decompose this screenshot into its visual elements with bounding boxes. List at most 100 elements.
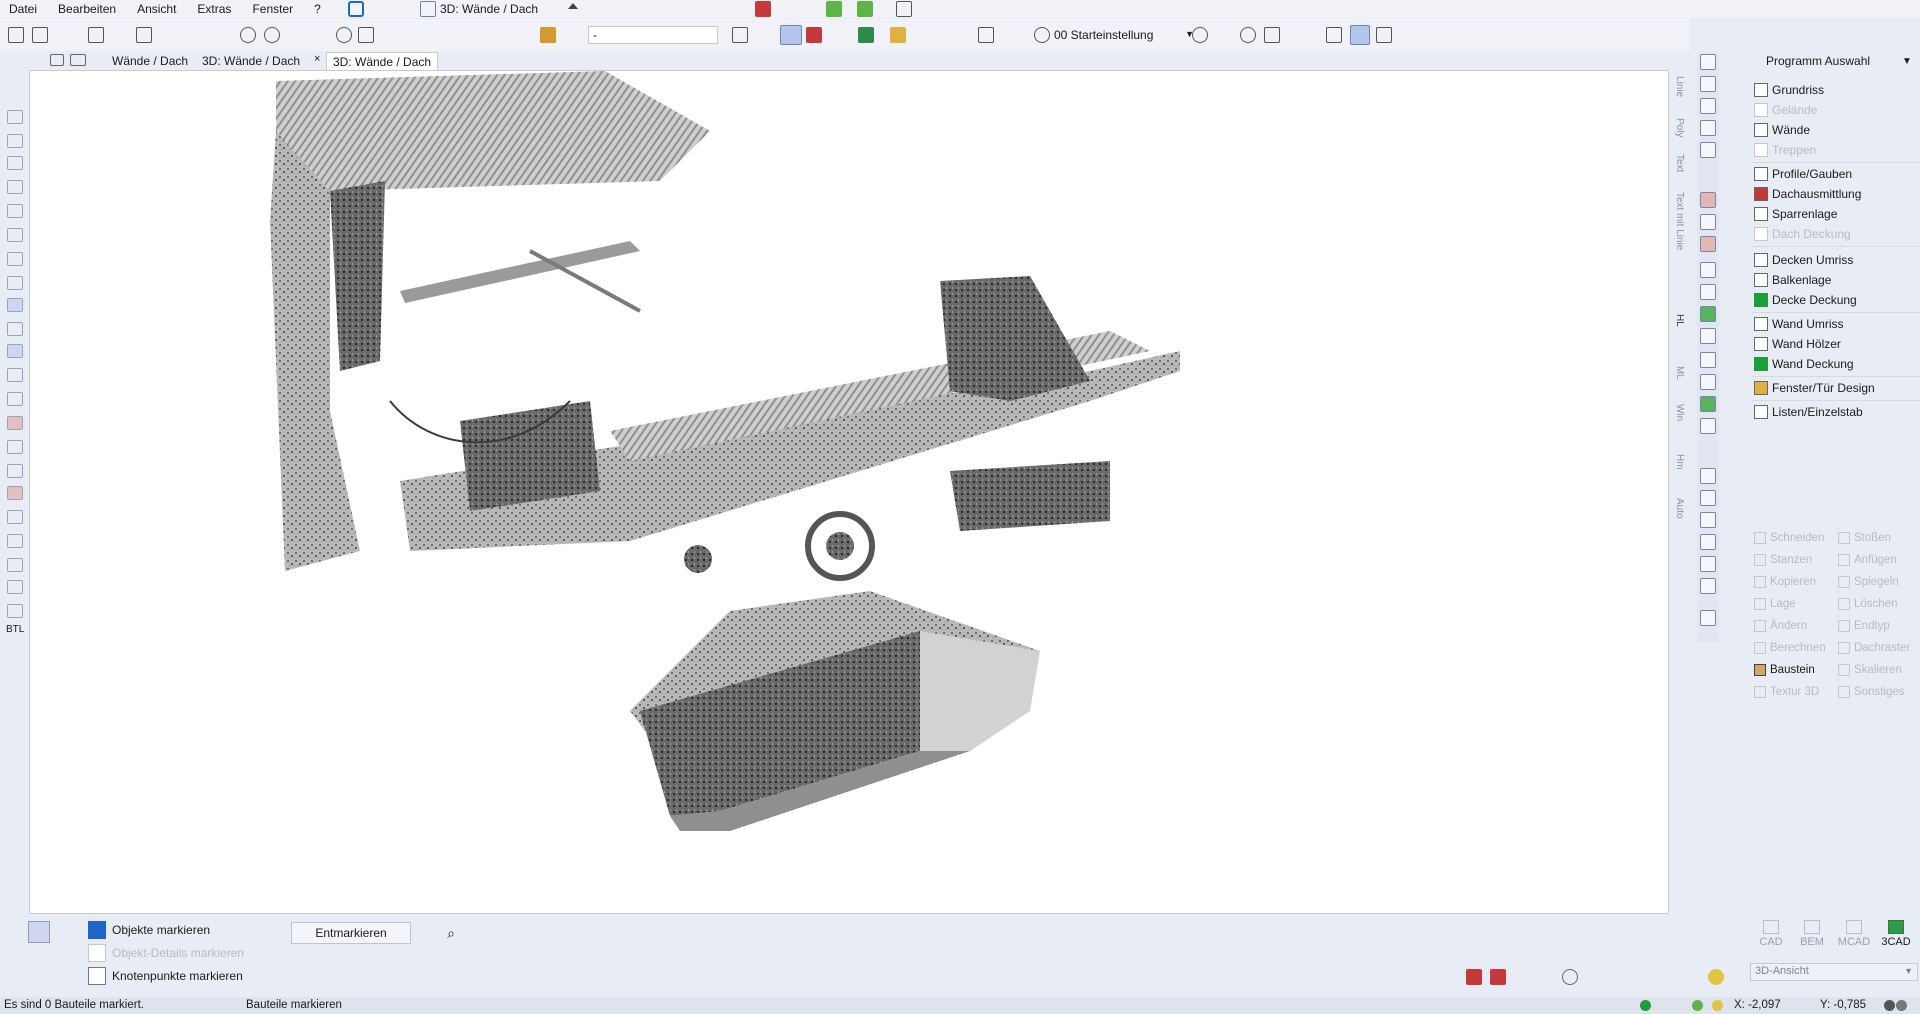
program-grundriss[interactable]: Grundriss: [1754, 80, 1920, 100]
tool-berechnen[interactable]: Berechnen: [1754, 638, 1826, 658]
settings-icon[interactable]: [1240, 27, 1256, 43]
mode-3cad[interactable]: 3CAD: [1876, 920, 1916, 948]
vlabel-linie[interactable]: Linie: [1674, 76, 1685, 97]
chevron-down-icon[interactable]: ▼: [1902, 56, 1912, 67]
draw-tool-icon[interactable]: [7, 110, 23, 124]
rotate-tool-icon[interactable]: [7, 180, 23, 194]
green-list-2-icon[interactable]: [1700, 396, 1716, 412]
mark-objects-option[interactable]: Objekte markieren: [88, 919, 210, 941]
yellow-eye-icon[interactable]: [1708, 969, 1724, 985]
layers-icon[interactable]: [732, 27, 748, 43]
zoom-in-icon[interactable]: [264, 27, 280, 43]
tool-baustein[interactable]: Baustein: [1754, 660, 1815, 680]
program-sparrenlage[interactable]: Sparrenlage: [1754, 204, 1920, 224]
mode-cad[interactable]: CAD: [1751, 920, 1791, 948]
vlabel-ml[interactable]: ML: [1674, 366, 1685, 380]
status-eye-icon[interactable]: [1712, 1000, 1723, 1011]
red-layer-icon[interactable]: [1700, 192, 1716, 208]
tool-spiegeln[interactable]: Spiegeln: [1838, 572, 1899, 592]
save-view-icon[interactable]: [978, 27, 994, 43]
grid-tool-icon[interactable]: [7, 558, 23, 572]
tool-sonstiges[interactable]: Sonstiges: [1838, 682, 1905, 702]
vlabel-hm[interactable]: Hm: [1674, 454, 1685, 470]
small-tool-2-icon[interactable]: [1700, 534, 1716, 550]
list-4-icon[interactable]: [1700, 418, 1716, 434]
tool-anfuegen[interactable]: Anfügen: [1838, 550, 1897, 570]
tile-icon[interactable]: [70, 54, 86, 66]
mark-nodes-option[interactable]: Knotenpunkte markieren: [88, 965, 243, 987]
binoculars-icon[interactable]: [1326, 27, 1342, 43]
status-red-2-icon[interactable]: [1490, 969, 1506, 985]
visibility-icon[interactable]: [1192, 27, 1208, 43]
menu-bearbeiten[interactable]: Bearbeiten: [49, 2, 128, 16]
edit-tool-icon[interactable]: [7, 368, 23, 382]
tool-endtyp[interactable]: Endtyp: [1838, 616, 1890, 636]
rect-tool-icon[interactable]: [7, 134, 23, 148]
small-tool-5-icon[interactable]: [1700, 610, 1716, 626]
point-tool-icon[interactable]: [7, 344, 23, 358]
program-decke-deckung[interactable]: Decke Deckung: [1754, 290, 1920, 310]
view-setting-select[interactable]: 00 Starteinstellung ▼: [1052, 26, 1194, 44]
green-tool-icon[interactable]: [826, 1, 842, 17]
zoom-out-icon[interactable]: [240, 27, 256, 43]
program-waende[interactable]: Wände: [1754, 120, 1920, 140]
vlabel-hl[interactable]: HL: [1674, 314, 1685, 327]
undo-icon[interactable]: [88, 27, 104, 43]
view-select[interactable]: 3D-Ansicht ▼: [1750, 963, 1918, 981]
program-balkenlage[interactable]: Balkenlage: [1754, 270, 1920, 290]
vlabel-text-mit-linie[interactable]: Text mit Linie: [1674, 192, 1685, 250]
eye-setting-icon[interactable]: [1034, 27, 1050, 43]
program-wand-deckung[interactable]: Wand Deckung: [1754, 354, 1920, 374]
program-treppen[interactable]: Treppen: [1754, 140, 1920, 160]
tools-icon[interactable]: [1700, 468, 1716, 484]
copy-tool-icon[interactable]: [7, 440, 23, 454]
program-dach-deckung[interactable]: Dach Deckung: [1754, 224, 1920, 244]
highlight-icon[interactable]: [890, 27, 906, 43]
3d-viewport[interactable]: [29, 70, 1669, 914]
vlabel-auto[interactable]: Auto: [1674, 498, 1685, 519]
sync-icon[interactable]: [348, 1, 364, 17]
program-listen[interactable]: Listen/Einzelstab: [1754, 402, 1920, 422]
vlabel-poly[interactable]: Poly: [1674, 118, 1685, 137]
tab-3d-waende-dach[interactable]: 3D: Wände / Dach: [196, 52, 306, 70]
tool-aendern[interactable]: Ändern: [1754, 616, 1807, 636]
eye-status-icon[interactable]: [1562, 969, 1578, 985]
program-decken-umriss[interactable]: Decken Umriss: [1754, 250, 1920, 270]
close-tab-icon[interactable]: ×: [314, 53, 320, 65]
menu-help[interactable]: ?: [305, 2, 333, 16]
pointer-icon[interactable]: [1700, 54, 1716, 70]
menu-ansicht[interactable]: Ansicht: [128, 2, 188, 16]
section-tool-icon[interactable]: [7, 392, 23, 406]
menu-datei[interactable]: Datei: [0, 2, 49, 16]
list-2-icon[interactable]: [1700, 352, 1716, 368]
list-3-icon[interactable]: [1700, 374, 1716, 390]
array-tool-icon[interactable]: [7, 510, 23, 524]
angle-tool-icon[interactable]: [7, 228, 23, 242]
vlabel-win[interactable]: Win: [1674, 404, 1685, 421]
tab-waende-dach[interactable]: Wände / Dach: [106, 52, 194, 70]
plan-icon[interactable]: [1700, 76, 1716, 92]
tab-3d-waende-dach-active[interactable]: 3D: Wände / Dach: [326, 52, 439, 70]
view-icon[interactable]: [1700, 98, 1716, 114]
group-tool-icon[interactable]: [7, 464, 23, 478]
grid-icon[interactable]: [1376, 27, 1392, 43]
green-tool-2-icon[interactable]: [857, 1, 873, 17]
print-icon[interactable]: [136, 27, 152, 43]
delete-tool-icon[interactable]: [7, 486, 23, 500]
move-tool-icon[interactable]: [7, 156, 23, 170]
menu-fenster[interactable]: Fenster: [243, 2, 305, 16]
active-tool-icon[interactable]: [780, 25, 802, 45]
unmark-button[interactable]: Entmarkieren: [291, 922, 411, 944]
tool-dachraster[interactable]: Dachraster: [1838, 638, 1910, 658]
list-icon[interactable]: [1700, 328, 1716, 344]
table-icon[interactable]: [1700, 284, 1716, 300]
tool-schneiden[interactable]: Schneiden: [1754, 528, 1824, 548]
program-wand-umriss[interactable]: Wand Umriss: [1754, 314, 1920, 334]
pan-icon[interactable]: [358, 27, 374, 43]
mark-object-details-option[interactable]: Objekt-Details markieren: [88, 942, 244, 964]
small-tool-4-icon[interactable]: [1700, 578, 1716, 594]
line-tool-icon[interactable]: [7, 322, 23, 336]
program-profile-gauben[interactable]: Profile/Gauben: [1754, 164, 1920, 184]
small-tool-icon[interactable]: [1700, 512, 1716, 528]
status-red-icon[interactable]: [1466, 969, 1482, 985]
